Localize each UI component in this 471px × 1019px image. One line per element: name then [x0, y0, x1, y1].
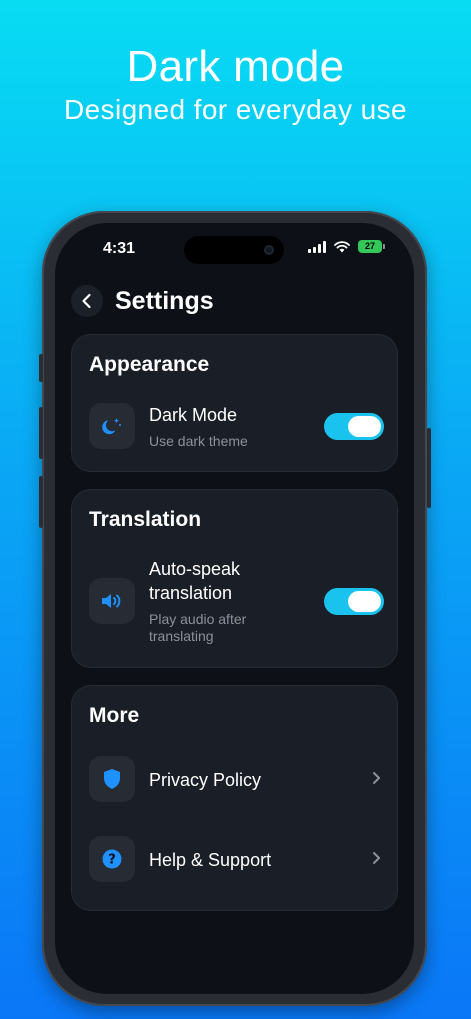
auto-speak-description-line2: translating: [149, 628, 214, 644]
section-title-more: More: [89, 704, 140, 727]
auto-speak-label-line1: Auto-speak: [149, 559, 241, 579]
help-support-row[interactable]: ? Help & Support: [72, 828, 399, 888]
appearance-card: Appearance Dark Mode Use dark theme: [71, 334, 398, 472]
shield-icon: [104, 769, 120, 789]
phone-action-button: [39, 354, 43, 382]
dark-mode-toggle[interactable]: [324, 413, 384, 440]
privacy-policy-row[interactable]: Privacy Policy: [72, 748, 399, 808]
translation-card: Translation Auto-speak translation Play …: [71, 489, 398, 668]
section-title-appearance: Appearance: [89, 353, 210, 376]
toggle-knob: [348, 591, 381, 612]
auto-speak-toggle[interactable]: [324, 588, 384, 615]
chevron-right-icon: [372, 848, 382, 872]
promo-title: Dark mode: [126, 42, 345, 91]
phone-volume-up-button: [39, 407, 43, 459]
battery-indicator: 27: [358, 240, 385, 253]
status-icons: 27: [308, 240, 385, 253]
svg-text:?: ?: [108, 853, 116, 868]
promo-subtitle: Designed for everyday use: [63, 94, 408, 125]
help-support-label: Help & Support: [149, 850, 272, 870]
dark-mode-label: Dark Mode: [149, 405, 238, 425]
camera-icon: [264, 245, 274, 255]
speaker-icon: [102, 594, 121, 608]
back-button[interactable]: [71, 285, 103, 317]
status-time: 4:31: [103, 240, 136, 257]
moon-stars-icon: [102, 418, 121, 435]
privacy-policy-icon-box: [89, 756, 135, 802]
dynamic-island: [184, 236, 284, 264]
page-header: Settings: [71, 285, 214, 317]
dark-mode-icon-box: [89, 403, 135, 449]
auto-speak-icon-box: [89, 578, 135, 624]
section-title-translation: Translation: [89, 508, 202, 531]
auto-speak-label-line2: translation: [149, 583, 233, 603]
help-circle-icon: ?: [102, 849, 122, 869]
wifi-icon: [334, 240, 350, 252]
auto-speak-description-line1: Play audio after: [149, 611, 247, 627]
help-support-icon-box: ?: [89, 836, 135, 882]
page-title: Settings: [115, 286, 214, 315]
cellular-signal-icon: [308, 240, 326, 253]
chevron-right-icon: [372, 768, 382, 792]
chevron-left-icon: [82, 293, 91, 309]
toggle-knob: [348, 416, 381, 437]
phone-volume-down-button: [39, 476, 43, 528]
phone-power-button: [427, 428, 431, 508]
dark-mode-description: Use dark theme: [149, 433, 248, 449]
more-card: More Privacy Policy ? Help & Support: [71, 685, 398, 911]
phone-screen: 4:31 27 Settings Appearance Dark Mode Us…: [55, 223, 414, 994]
privacy-policy-label: Privacy Policy: [149, 770, 262, 790]
